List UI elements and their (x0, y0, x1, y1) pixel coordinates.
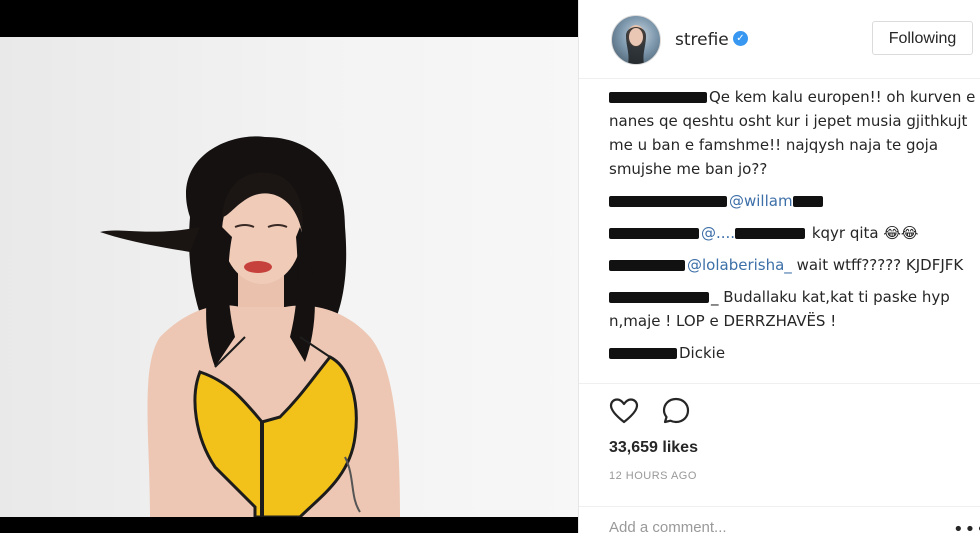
portrait-illustration (100, 136, 400, 517)
comment-item: Dickie (609, 341, 979, 365)
redacted-text (735, 228, 806, 239)
comment-mention-link[interactable]: @willam (729, 192, 793, 210)
comment-mention-link[interactable]: @.... (701, 224, 735, 242)
add-comment-input[interactable] (609, 519, 929, 536)
comment-item: @lolaberisha_ wait wtff????? KJDFJFK (609, 253, 979, 277)
redacted-username (609, 196, 727, 207)
add-comment-bar: ••• (579, 506, 980, 540)
likes-count[interactable]: 33,659 likes (609, 439, 698, 457)
post-sidebar: strefie ✓ Following Qe kem kalu europen!… (578, 0, 980, 540)
avatar-image (626, 25, 646, 64)
post-header: strefie ✓ Following (579, 0, 980, 79)
comment-bubble-icon[interactable] (661, 396, 691, 426)
comment-item: @willam (609, 189, 979, 213)
username[interactable]: strefie (675, 30, 729, 50)
redacted-username (609, 228, 699, 239)
heart-icon[interactable] (609, 396, 639, 426)
verified-badge-icon: ✓ (733, 31, 748, 46)
following-button[interactable]: Following (872, 21, 973, 55)
avatar[interactable] (611, 15, 661, 65)
redacted-username (609, 292, 709, 303)
redacted-username (609, 260, 685, 271)
post-actions: 33,659 likes 12 HOURS AGO (579, 383, 980, 524)
redacted-text (792, 196, 823, 207)
comment-item: _ Budallaku kat,kat ti paske hyp n,maje … (609, 285, 979, 333)
comment-mention-link[interactable]: @lolaberisha_ (687, 256, 792, 274)
comment-text: wait wtff????? KJDFJFK (791, 256, 964, 274)
more-options-icon[interactable]: ••• (953, 519, 980, 540)
post-photo-pane (0, 0, 578, 533)
post-photo[interactable] (0, 37, 578, 517)
comment-item: @.... kqyr qita 😂😂 (609, 221, 979, 245)
comment-item: Qe kem kalu europen!! oh kurven e nanes … (609, 85, 979, 181)
redacted-username (609, 348, 677, 359)
redacted-username (609, 92, 707, 103)
comment-text: kqyr qita 😂😂 (807, 224, 919, 242)
comment-text: Dickie (679, 344, 726, 362)
post-timestamp[interactable]: 12 HOURS AGO (609, 470, 697, 482)
comments-list[interactable]: Qe kem kalu europen!! oh kurven e nanes … (609, 85, 979, 383)
